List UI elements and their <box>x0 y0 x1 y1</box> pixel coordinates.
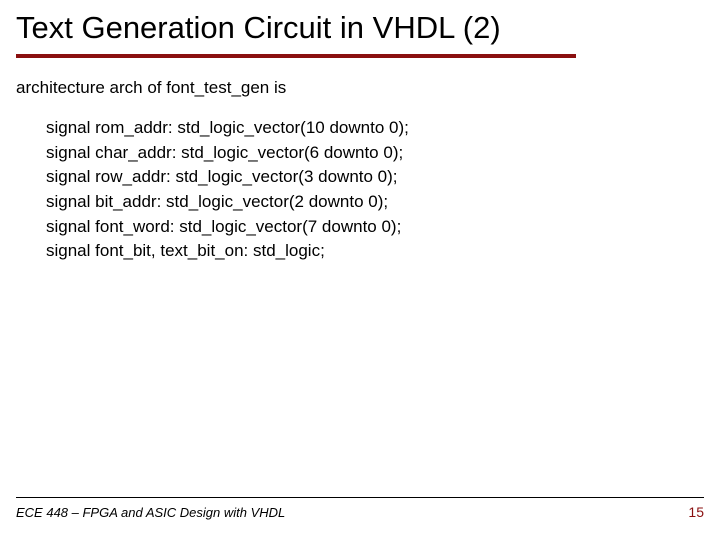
page-number: 15 <box>688 504 704 520</box>
signal-line: signal rom_addr: std_logic_vector(10 dow… <box>46 116 704 141</box>
architecture-declaration: architecture arch of font_test_gen is <box>16 78 704 98</box>
signal-line: signal font_word: std_logic_vector(7 dow… <box>46 215 704 240</box>
signal-line: signal char_addr: std_logic_vector(6 dow… <box>46 141 704 166</box>
page-title: Text Generation Circuit in VHDL (2) <box>16 10 704 46</box>
slide: Text Generation Circuit in VHDL (2) arch… <box>0 0 720 540</box>
signal-declarations: signal rom_addr: std_logic_vector(10 dow… <box>46 116 704 264</box>
course-name: ECE 448 – FPGA and ASIC Design with VHDL <box>16 505 285 520</box>
signal-line: signal font_bit, text_bit_on: std_logic; <box>46 239 704 264</box>
footer-row: ECE 448 – FPGA and ASIC Design with VHDL… <box>16 504 704 520</box>
footer-divider <box>16 497 704 498</box>
signal-line: signal bit_addr: std_logic_vector(2 down… <box>46 190 704 215</box>
slide-footer: ECE 448 – FPGA and ASIC Design with VHDL… <box>16 497 704 520</box>
title-divider <box>16 54 576 58</box>
signal-line: signal row_addr: std_logic_vector(3 down… <box>46 165 704 190</box>
